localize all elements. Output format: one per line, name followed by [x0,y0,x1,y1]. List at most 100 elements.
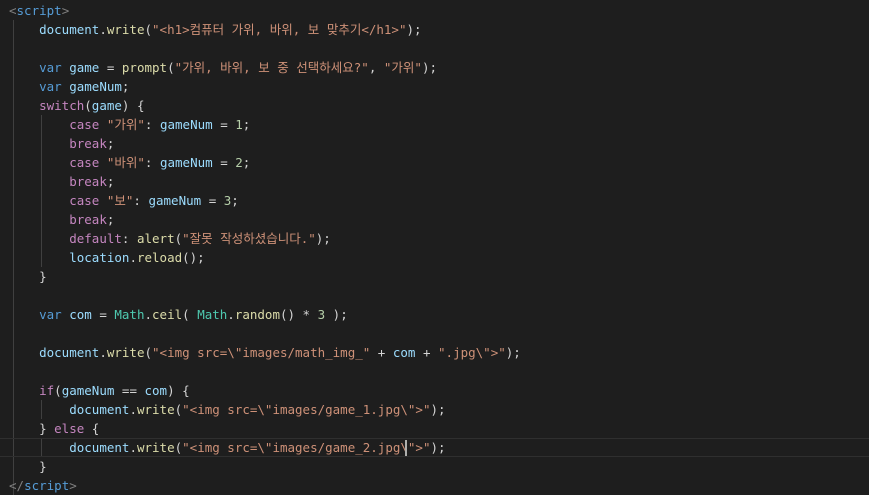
code-token: = [201,193,224,208]
code-token: ( [54,383,62,398]
code-token: . [144,307,153,322]
code-line[interactable]: location.reload(); [0,248,869,267]
code-token: : [144,117,160,132]
code-token: document [69,402,130,417]
code-token: ".jpg\">" [438,345,506,360]
code-line[interactable]: break; [0,210,869,229]
code-token: "가위" [383,60,422,75]
code-token: . [129,402,137,417]
code-token: gameNum [61,383,115,398]
code-line[interactable]: } else { [0,419,869,438]
code-token: write [106,22,145,37]
code-token: ) { [121,98,145,113]
code-token: case [69,193,100,208]
code-token: document [39,22,100,37]
code-line[interactable]: </script> [0,476,869,495]
code-token: write [106,345,145,360]
code-token: reload [136,250,183,265]
code-token: write [136,440,175,455]
code-token: gameNum [69,79,122,94]
code-token: = [212,117,236,132]
code-token: location [69,250,130,265]
code-token: : [121,231,137,246]
code-token: else [54,421,85,436]
code-token: case [69,155,100,170]
code-token: "보" [106,193,134,208]
code-token: document [39,345,100,360]
code-line[interactable]: var gameNum; [0,77,869,96]
code-line[interactable]: var game = prompt("가위, 바위, 보 중 선택하세요?", … [0,58,869,77]
code-token: ( [174,440,183,455]
code-token: switch [39,98,85,113]
code-line[interactable]: if(gameNum == com) { [0,381,869,400]
code-token: + [370,345,393,360]
code-token: ( [174,231,183,246]
code-line[interactable]: document.write("<img src=\"images/game_2… [0,438,869,457]
code-line[interactable]: document.write("<h1>컴퓨터 가위, 바위, 보 맞추기</h… [0,20,869,39]
code-token: , [368,60,384,75]
code-line[interactable]: break; [0,134,869,153]
code-line[interactable] [0,39,869,58]
code-line[interactable]: break; [0,172,869,191]
code-token: var [39,79,62,94]
code-token: default [69,231,122,246]
code-token: ( [144,22,153,37]
code-token: ; [121,79,130,94]
code-token: } [9,459,47,474]
code-token: var [39,60,62,75]
code-token: ( [144,345,153,360]
text-cursor [405,440,407,456]
code-token: Math [114,307,145,322]
code-token: ); [505,345,521,360]
code-token: : [133,193,149,208]
code-token: } [9,269,47,284]
code-token: . [99,22,107,37]
code-line[interactable] [0,362,869,381]
code-token: if [39,383,55,398]
code-token: { [84,421,100,436]
code-line[interactable]: switch(game) { [0,96,869,115]
code-token: random [234,307,280,322]
code-token: script [16,3,62,18]
code-editor[interactable]: <script> document.write("<h1>컴퓨터 가위, 바위,… [0,0,869,495]
code-line[interactable]: case "가위": gameNum = 1; [0,115,869,134]
code-token: = [91,307,115,322]
code-token: break [69,136,107,151]
code-token: ( [84,98,92,113]
code-token: gameNum [159,155,213,170]
code-token: (); [182,250,205,265]
code-token: "<img src=\"images/game_2.jpg\">" [182,440,431,455]
code-line[interactable] [0,286,869,305]
code-line[interactable]: } [0,457,869,476]
code-token: document [69,440,130,455]
code-line[interactable]: case "바위": gameNum = 2; [0,153,869,172]
code-token: game [91,98,122,113]
code-token: ; [106,212,115,227]
code-line[interactable]: document.write("<img src=\"images/math_i… [0,343,869,362]
code-token: > [61,3,70,18]
code-token: ); [406,22,422,37]
code-token: break [69,212,107,227]
code-line[interactable]: var com = Math.ceil( Math.random() * 3 )… [0,305,869,324]
code-line[interactable]: } [0,267,869,286]
code-token: ); [325,307,348,322]
code-token: "가위" [106,117,145,132]
code-line[interactable] [0,324,869,343]
code-token: = [212,155,236,170]
code-token: () * [279,307,318,322]
code-line[interactable]: document.write("<img src=\"images/game_1… [0,400,869,419]
code-line[interactable]: default: alert("잘못 작성하셨습니다."); [0,229,869,248]
code-line[interactable]: <script> [0,1,869,20]
code-line[interactable]: case "보": gameNum = 3; [0,191,869,210]
